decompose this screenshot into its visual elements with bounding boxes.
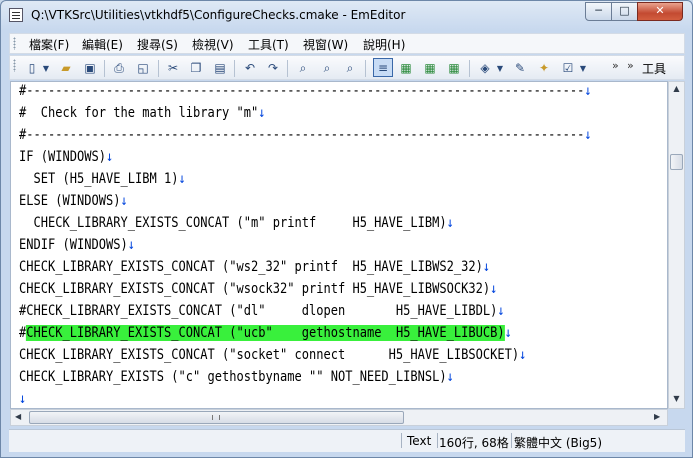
print-preview-icon[interactable]: ◱: [135, 60, 151, 76]
checkbox-dropdown-icon[interactable]: ▼: [578, 60, 588, 76]
menu-edit[interactable]: 編輯(E): [82, 36, 123, 53]
find-icon[interactable]: ⌕: [295, 60, 311, 76]
toolbar-separator: [287, 60, 288, 77]
status-mode[interactable]: Text: [407, 434, 431, 448]
encoding-dropdown-icon[interactable]: ▼: [495, 60, 505, 76]
emeditor-window: Q:\VTKSrc\Utilities\vtkhdf5\ConfigureChe…: [0, 0, 693, 458]
text-editor[interactable]: #---------------------------------------…: [10, 81, 668, 409]
encoding-icon[interactable]: ◈: [477, 60, 493, 76]
status-separator: [511, 433, 512, 448]
toolbar-overflow-icon[interactable]: »: [612, 59, 619, 72]
toolbar-separator: [104, 60, 105, 77]
title-bar[interactable]: Q:\VTKSrc\Utilities\vtkhdf5\ConfigureChe…: [1, 1, 692, 31]
code-line: SET (H5_HAVE_LIBM 1)↓: [19, 171, 186, 187]
horizontal-scroll-thumb[interactable]: [29, 411, 404, 424]
status-encoding[interactable]: 繁體中文 (Big5): [514, 434, 602, 451]
print-icon[interactable]: ⎙: [111, 60, 127, 76]
find-prev-icon[interactable]: ⌕: [342, 60, 358, 76]
app-icon[interactable]: [9, 8, 23, 22]
status-separator: [401, 433, 402, 448]
checkbox-icon[interactable]: ☑: [560, 60, 576, 76]
toolbar: ▯ ▼ ▰ ▣ ⎙ ◱ ✂ ❐ ▤ ↶ ↷ ⌕ ⌕ ⌕ ≡ ▦ ▦ ▦ ◈ ▼ …: [9, 55, 685, 80]
code-line: CHECK_LIBRARY_EXISTS_CONCAT ("m" printf …: [19, 215, 454, 231]
vertical-scroll-thumb[interactable]: [670, 154, 683, 170]
code-line: #CHECK_LIBRARY_EXISTS_CONCAT ("dl" dlope…: [19, 303, 505, 319]
code-line-highlighted: #CHECK_LIBRARY_EXISTS_CONCAT ("ucb" geth…: [19, 325, 512, 341]
status-separator: [437, 433, 438, 448]
menu-grip[interactable]: [13, 37, 16, 50]
status-cursor-position[interactable]: 160行, 68格: [439, 434, 509, 451]
wrap-char-icon[interactable]: ▦: [422, 60, 438, 76]
scroll-down-icon[interactable]: ▼: [669, 394, 684, 403]
horizontal-scrollbar[interactable]: ◀ ▶: [10, 409, 668, 426]
code-line: #---------------------------------------…: [19, 127, 592, 143]
code-line: # Check for the math library "m"↓: [19, 105, 266, 121]
open-folder-icon[interactable]: ▰: [58, 60, 74, 76]
scroll-up-icon[interactable]: ▲: [669, 84, 684, 93]
menu-window[interactable]: 視窗(W): [303, 36, 348, 53]
undo-icon[interactable]: ↶: [242, 60, 258, 76]
code-line: CHECK_LIBRARY_EXISTS_CONCAT ("wsock32" p…: [19, 281, 498, 297]
wrap-window-icon[interactable]: ▦: [398, 60, 414, 76]
paste-icon[interactable]: ▤: [212, 60, 228, 76]
code-line: ELSE (WINDOWS)↓: [19, 193, 128, 209]
menu-search[interactable]: 搜尋(S): [137, 36, 178, 53]
find-next-icon[interactable]: ⌕: [319, 60, 335, 76]
customize-icon[interactable]: ✎: [512, 60, 528, 76]
tools-toolbar-label[interactable]: 工具: [642, 60, 666, 77]
redo-icon[interactable]: ↷: [265, 60, 281, 76]
menu-help[interactable]: 說明(H): [363, 36, 405, 53]
vertical-scrollbar[interactable]: ▲ ▼: [668, 81, 685, 409]
toolbar-separator: [469, 60, 470, 77]
toolbar-grip[interactable]: [13, 59, 16, 72]
scroll-right-icon[interactable]: ▶: [654, 412, 660, 421]
window-title: Q:\VTKSrc\Utilities\vtkhdf5\ConfigureChe…: [31, 8, 406, 22]
code-line: CHECK_LIBRARY_EXISTS ("c" gethostbyname …: [19, 369, 454, 385]
minimize-button[interactable]: ─: [585, 2, 612, 21]
save-icon[interactable]: ▣: [82, 60, 98, 76]
properties-icon[interactable]: ✦: [536, 60, 552, 76]
code-line: IF (WINDOWS)↓: [19, 149, 114, 165]
menu-file[interactable]: 檔案(F): [29, 36, 69, 53]
wrap-none-icon[interactable]: ≡: [373, 58, 393, 77]
new-file-icon[interactable]: ▯: [24, 60, 40, 76]
menu-bar: 檔案(F) 編輯(E) 搜尋(S) 檢視(V) 工具(T) 視窗(W) 說明(H…: [9, 33, 685, 54]
toolbar-separator: [234, 60, 235, 77]
search-highlight: CHECK_LIBRARY_EXISTS_CONCAT ("ucb" getho…: [26, 325, 505, 341]
toolbar-separator: [158, 60, 159, 77]
close-button[interactable]: ✕: [637, 2, 683, 21]
maximize-button[interactable]: □: [611, 2, 638, 21]
status-bar: Text 160行, 68格 繁體中文 (Big5): [9, 429, 685, 452]
menu-view[interactable]: 檢視(V): [192, 36, 234, 53]
new-dropdown-icon[interactable]: ▼: [41, 60, 51, 76]
code-line: #---------------------------------------…: [19, 83, 592, 99]
toolbar-overflow-icon[interactable]: »: [627, 59, 634, 72]
scroll-left-icon[interactable]: ◀: [15, 412, 21, 421]
code-line: CHECK_LIBRARY_EXISTS_CONCAT ("socket" co…: [19, 347, 527, 363]
code-line: CHECK_LIBRARY_EXISTS_CONCAT ("ws2_32" pr…: [19, 259, 491, 275]
menu-tools[interactable]: 工具(T): [248, 36, 289, 53]
code-line: ↓: [19, 391, 27, 407]
copy-icon[interactable]: ❐: [188, 60, 204, 76]
cut-icon[interactable]: ✂: [165, 60, 181, 76]
code-line: ENDIF (WINDOWS)↓: [19, 237, 135, 253]
toolbar-separator: [365, 60, 366, 77]
wrap-page-icon[interactable]: ▦: [446, 60, 462, 76]
